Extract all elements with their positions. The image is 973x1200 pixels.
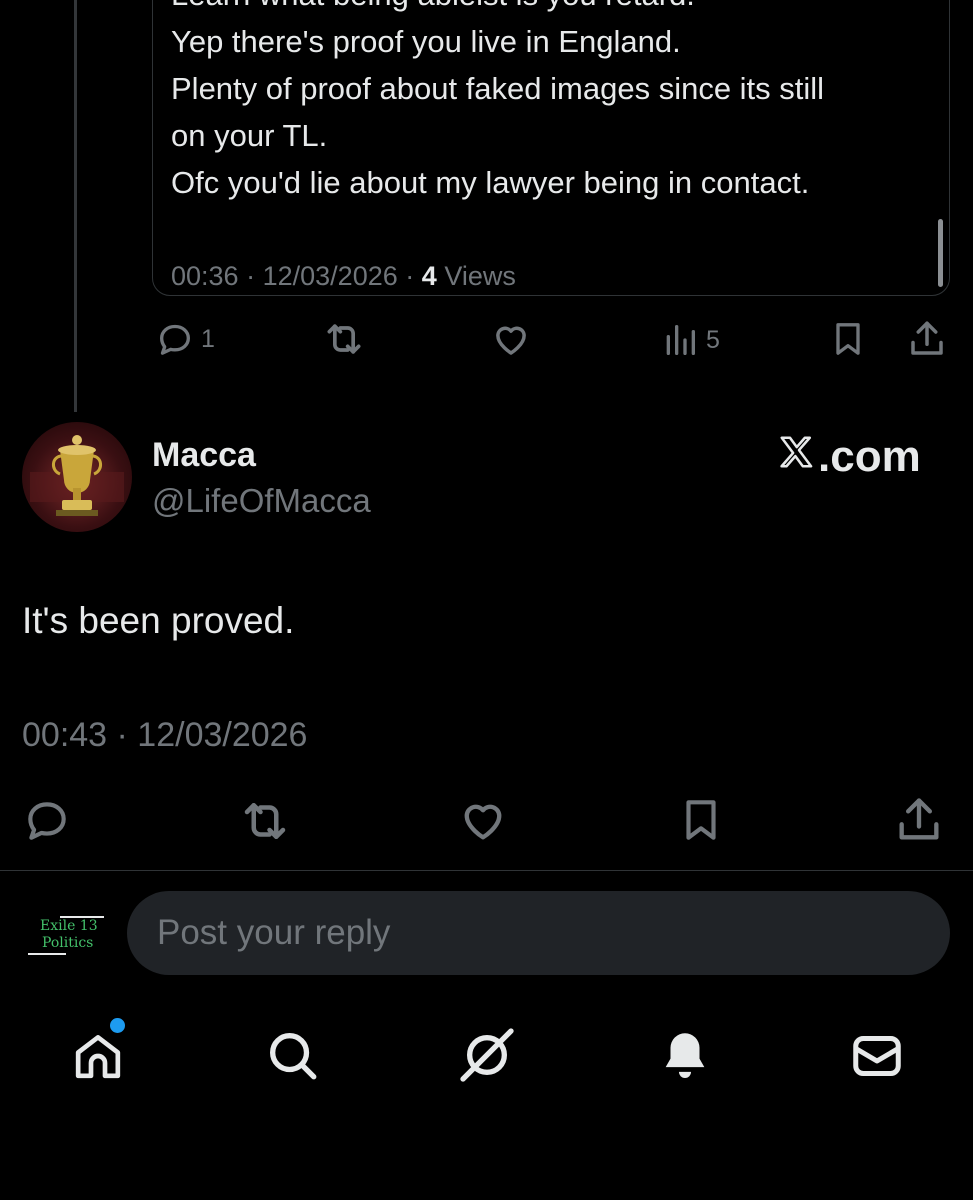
nav-grok[interactable] [455,1023,519,1087]
quoted-share-button[interactable] [906,318,948,360]
reply-count: 1 [201,324,215,353]
grok-icon [455,1023,519,1087]
post-text: It's been proved. [22,600,295,641]
nav-notifications[interactable] [656,1026,714,1084]
quoted-reply-button[interactable]: 1 [155,319,215,359]
quoted-like-button[interactable] [490,318,532,360]
like-icon [457,794,509,846]
x-watermark: .com [776,432,921,482]
post-timestamp[interactable]: 00:43 · 12/03/2026 [22,716,307,755]
notifications-icon [656,1026,714,1084]
quoted-post-meta: 00:36 · 12/03/2026 · 4 Views [171,261,516,292]
quoted-repost-button[interactable] [322,317,366,361]
avatar-text-line1: Exile 13 [40,918,98,934]
scrollbar[interactable] [938,219,943,287]
reply-input[interactable] [127,891,950,975]
nav-home[interactable] [70,1028,126,1084]
quoted-post-views-label: Views [444,261,516,291]
author-name[interactable]: Macca [152,436,256,475]
thread-connector-line [74,0,77,412]
quoted-post-text: Learn what being ableist is you retard. … [171,0,931,206]
share-icon [893,794,945,846]
quoted-post-line: Plenty of proof about faked images since… [171,71,825,106]
post-share-button[interactable] [893,794,945,846]
like-icon [490,318,532,360]
quoted-post-line: Ofc you'd lie about my lawyer being in c… [171,165,810,200]
messages-icon [847,1026,907,1086]
post-like-button[interactable] [457,794,509,846]
reply-icon [155,319,195,359]
bookmark-icon [676,795,726,845]
home-icon [70,1028,126,1084]
quoted-post-line: Learn what being ableist is you retard. [171,0,931,18]
quoted-post-line: on your TL. [171,118,328,153]
meta-separator: · [405,261,415,291]
quoted-post-line: Yep there's proof you live in England. [171,24,681,59]
author-handle[interactable]: @LifeOfMacca [152,482,371,520]
search-icon [263,1026,321,1084]
post-repost-button[interactable] [238,794,292,848]
nav-messages[interactable] [847,1026,907,1086]
share-icon [906,318,948,360]
avatar-text-line2: Politics [42,935,94,951]
post-reply-button[interactable] [22,795,72,845]
quoted-post-date: 12/03/2026 [262,261,398,291]
reply-icon [22,795,72,845]
post-bookmark-button[interactable] [676,795,726,845]
views-count: 5 [706,325,720,354]
avatar-line [28,953,66,955]
author-avatar[interactable] [22,422,132,532]
x-watermark-text: .com [818,432,921,481]
current-user-avatar[interactable]: Exile 13 Politics [22,908,106,960]
nav-search[interactable] [263,1026,321,1084]
quoted-bookmark-button[interactable] [828,319,868,359]
bookmark-icon [828,319,868,359]
views-icon [660,320,700,360]
meta-separator: · [246,261,256,291]
unread-indicator [110,1018,125,1033]
repost-icon [238,794,292,848]
quoted-post-views-count: 4 [421,261,437,291]
quoted-post-time: 00:36 [171,261,239,291]
repost-icon [322,317,366,361]
quoted-post-card[interactable]: Learn what being ableist is you retard. … [152,0,950,296]
divider [0,870,973,871]
x-logo-icon [776,432,818,482]
quoted-views-button[interactable]: 5 [660,320,720,360]
